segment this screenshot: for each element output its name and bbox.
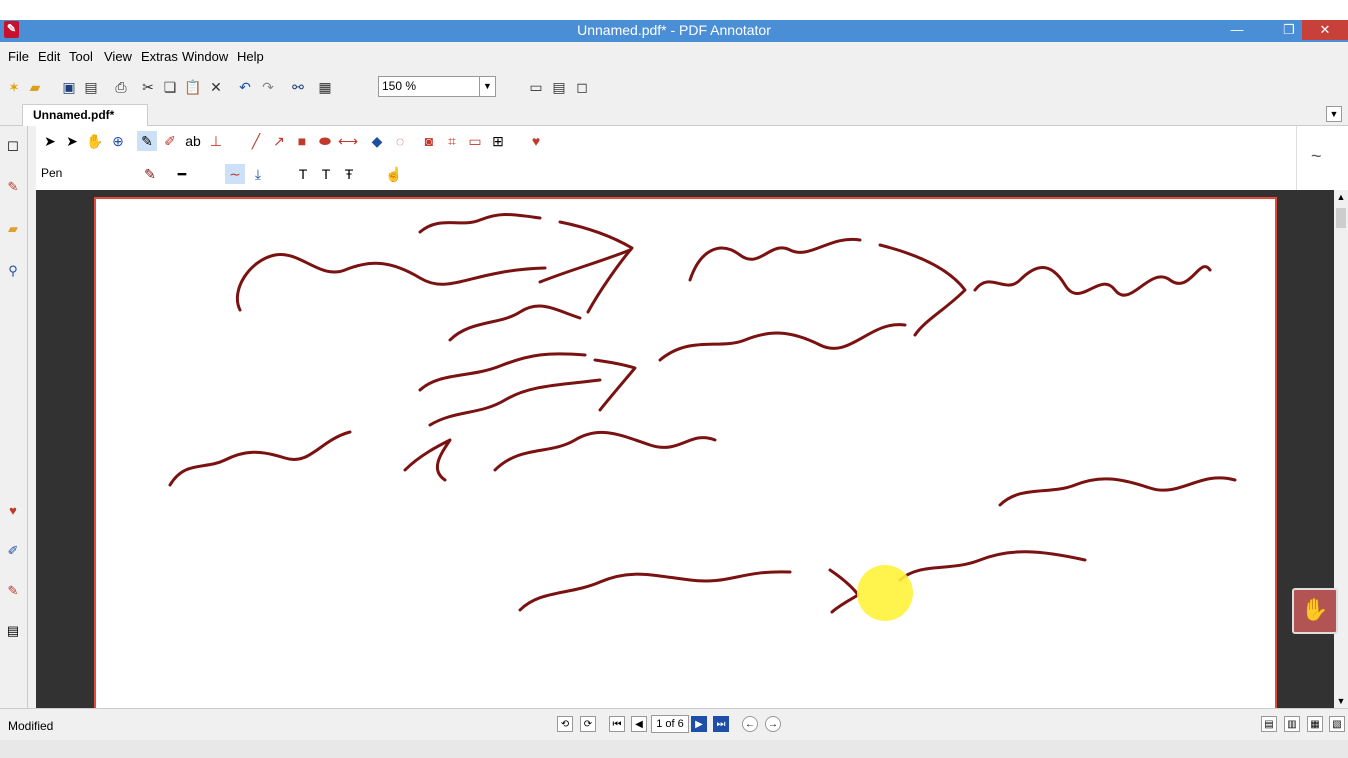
book-view-icon[interactable]: ▧ — [1329, 716, 1345, 732]
last-page-icon[interactable]: ⏭ — [713, 716, 729, 732]
continuous-view-icon[interactable]: ▥ — [1284, 716, 1300, 732]
previous-page-icon[interactable]: ◀ — [631, 716, 647, 732]
single-page-view-icon[interactable]: ▤ — [1261, 716, 1277, 732]
status-text: Modified — [8, 719, 54, 733]
forward-icon[interactable]: → — [765, 716, 781, 732]
next-view-icon[interactable]: ⟳ — [580, 716, 596, 732]
hand-icon: ✋ — [1301, 597, 1329, 622]
two-page-view-icon[interactable]: ▦ — [1307, 716, 1323, 732]
previous-view-icon[interactable]: ⟲ — [557, 716, 573, 732]
ink-annotations — [168, 213, 1237, 614]
next-page-icon[interactable]: ▶ — [691, 716, 707, 732]
first-page-icon[interactable]: ⏮ — [609, 716, 625, 732]
back-icon[interactable]: ← — [742, 716, 758, 732]
touch-mode-button[interactable]: ✋ — [1292, 588, 1338, 634]
page-indicator[interactable]: 1 of 6 — [651, 715, 689, 733]
bottom-strip — [0, 740, 1348, 758]
pointer-highlight — [857, 565, 913, 621]
